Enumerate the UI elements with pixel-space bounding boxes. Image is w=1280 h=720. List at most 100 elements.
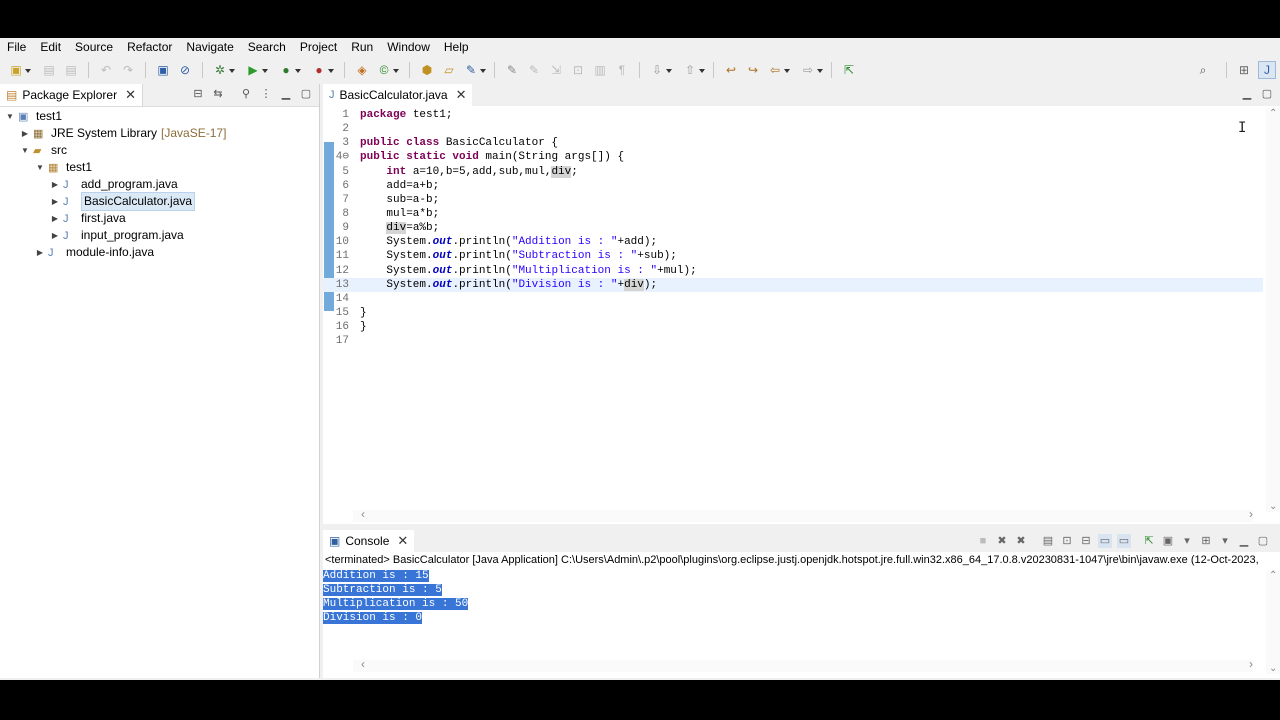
code-line[interactable]: 14 [323, 292, 1263, 306]
tree-item[interactable]: ▼ ▦ test1 [0, 159, 319, 176]
menu-item-file[interactable]: File [0, 38, 33, 57]
search-icon[interactable]: ⌕ [1195, 62, 1211, 78]
java-perspective-icon[interactable]: J [1258, 61, 1276, 79]
last-edit-location-icon[interactable]: ↩ [723, 62, 739, 78]
word-wrap-icon[interactable]: ⊟ [1079, 534, 1093, 548]
chevron-right-icon[interactable]: ▶ [49, 193, 61, 210]
display-console-icon[interactable]: ▣ [1161, 534, 1175, 548]
next-annotation-icon[interactable]: ⇩ [649, 62, 672, 78]
terminal-icon[interactable]: ▣ [155, 62, 171, 78]
close-icon[interactable]: ✕ [456, 87, 467, 103]
show-whitespace-icon[interactable]: ▥ [592, 62, 608, 78]
pilcrow-icon[interactable]: ¶ [614, 62, 630, 78]
chevron-down-icon[interactable]: ▼ [19, 142, 31, 159]
menu-item-edit[interactable]: Edit [33, 38, 68, 57]
tree-item[interactable]: ▶ Jadd_program.java [0, 176, 319, 193]
clear-console-icon[interactable]: ▤ [1041, 534, 1055, 548]
word-wrap-icon[interactable]: ⊡ [570, 62, 586, 78]
open-type-icon[interactable]: ⬢ [419, 62, 435, 78]
chevron-right-icon[interactable]: ▶ [49, 227, 61, 244]
scroll-lock-icon[interactable]: ⊡ [1060, 534, 1074, 548]
code-line[interactable]: 10 System.out.println("Addition is : "+a… [323, 235, 1263, 249]
pin-console-icon[interactable]: ⇱ [1142, 534, 1156, 548]
tree-item[interactable]: ▼ ▰ src [0, 142, 319, 159]
menu-item-navigate[interactable]: Navigate [179, 38, 240, 57]
tab-basiccalculator-java[interactable]: J BasicCalculator.java ✕ [323, 84, 473, 106]
minimize-icon[interactable]: ▁ [1240, 87, 1254, 101]
editor-vertical-scrollbar[interactable] [1266, 108, 1280, 512]
tree-item[interactable]: ▶ Jfirst.java [0, 210, 319, 227]
search-tool-icon[interactable]: ✎ [463, 62, 486, 78]
tree-item[interactable]: ▶ J BasicCalculator.java [0, 192, 319, 211]
console-horizontal-scrollbar[interactable] [353, 657, 1253, 672]
show-on-stdout-icon[interactable]: ▭ [1098, 534, 1112, 548]
code-line[interactable]: 17 [323, 334, 1263, 348]
menu-item-run[interactable]: Run [344, 38, 380, 57]
code-line[interactable]: 15} [323, 306, 1263, 320]
tab-console[interactable]: ▣ Console ✕ [323, 530, 415, 552]
menu-item-refactor[interactable]: Refactor [120, 38, 179, 57]
minimize-icon[interactable]: ▁ [279, 87, 293, 101]
minimize-icon[interactable]: ▁ [1237, 534, 1251, 548]
toggle-breadcrumb-icon[interactable]: ✎ [526, 62, 542, 78]
menu-item-search[interactable]: Search [241, 38, 293, 57]
open-perspective-icon[interactable]: ⊞ [1236, 62, 1252, 78]
menu-item-project[interactable]: Project [293, 38, 344, 57]
new-icon[interactable]: ▣ [8, 62, 31, 78]
forward-edit-icon[interactable]: ↪ [745, 62, 761, 78]
remove-all-terminated-icon[interactable]: ✖ [1014, 534, 1028, 548]
link-with-editor-icon[interactable]: ⇆ [211, 87, 225, 101]
open-console-icon[interactable]: ⊞ [1199, 534, 1213, 548]
tree-item[interactable]: ▶ Jmodule-info.java [0, 244, 319, 261]
tree-item[interactable]: ▶ Jinput_program.java [0, 227, 319, 244]
console-vertical-scrollbar[interactable] [1266, 570, 1280, 674]
collapse-all-icon[interactable]: ⊟ [191, 87, 205, 101]
code-line[interactable]: 2 [323, 122, 1263, 136]
chevron-down-icon[interactable]: ▼ [4, 108, 16, 125]
close-icon[interactable]: ✕ [397, 533, 408, 549]
code-line[interactable]: 1 package test1; [323, 108, 1263, 122]
code-editor[interactable]: 1 package test1; 2 3 public class BasicCalcu… [323, 108, 1263, 508]
code-line[interactable]: 8 mul=a*b; [323, 207, 1263, 221]
external-tools-icon[interactable]: ● [311, 62, 334, 78]
code-line[interactable]: 9 div=a%b; [323, 221, 1263, 235]
coverage-icon[interactable]: ● [278, 62, 301, 78]
view-menu-icon[interactable]: ⋮ [259, 87, 273, 101]
run-icon[interactable]: ▶ [245, 62, 268, 78]
open-folder-icon[interactable]: ▱ [441, 62, 457, 78]
new-java-project-icon[interactable]: ◈ [354, 62, 370, 78]
close-icon[interactable]: ✕ [125, 87, 136, 103]
remove-launch-icon[interactable]: ✖ [995, 534, 1009, 548]
code-line[interactable]: 12 System.out.println("Multiplication is… [323, 264, 1263, 278]
code-line[interactable]: 4⊖ public static void main(String args[])… [323, 150, 1263, 164]
skip-breakpoints-icon[interactable]: ⊘ [177, 62, 193, 78]
code-line[interactable]: 6 add=a+b; [323, 179, 1263, 193]
maximize-icon[interactable]: ▢ [1260, 87, 1274, 101]
code-line[interactable]: 7 sub=a-b; [323, 193, 1263, 207]
debug-icon[interactable]: ✲ [212, 62, 235, 78]
save-all-icon[interactable]: ▤ [63, 62, 79, 78]
console-output[interactable]: Addition is : 15 Subtraction is : 5 Multip… [323, 569, 1280, 626]
code-line[interactable]: 16} [323, 320, 1263, 334]
code-line[interactable]: 5 int a=10,b=5,add,sub,mul,div; [323, 165, 1263, 179]
undo-icon[interactable]: ↶ [98, 62, 114, 78]
menu-item-source[interactable]: Source [68, 38, 120, 57]
menu-item-window[interactable]: Window [380, 38, 437, 57]
show-on-stderr-icon[interactable]: ▭ [1117, 534, 1131, 548]
pin-editor-icon[interactable]: ⇱ [841, 62, 857, 78]
chevron-right-icon[interactable]: ▶ [19, 125, 31, 142]
filter-icon[interactable]: ⚲ [239, 87, 253, 101]
tab-package-explorer[interactable]: ▤ Package Explorer ✕ [0, 84, 143, 106]
chevron-down-icon[interactable]: ▼ [34, 159, 46, 176]
chevron-right-icon[interactable]: ▶ [34, 244, 46, 261]
forward-icon[interactable]: ⇨ [800, 62, 823, 78]
editor-horizontal-scrollbar[interactable] [353, 507, 1253, 522]
menu-item-help[interactable]: Help [437, 38, 476, 57]
tree-item[interactable]: ▶ ▦ JRE System Library [JavaSE-17] [0, 125, 319, 142]
terminate-icon[interactable]: ■ [976, 534, 990, 548]
new-java-class-icon[interactable]: © [376, 62, 399, 78]
code-line[interactable]: 3 public class BasicCalculator { [323, 136, 1263, 150]
code-line[interactable]: 13 System.out.println("Division is : "+d… [323, 277, 1263, 292]
chevron-down-icon[interactable]: ▾ [1218, 534, 1232, 548]
redo-icon[interactable]: ↷ [120, 62, 136, 78]
